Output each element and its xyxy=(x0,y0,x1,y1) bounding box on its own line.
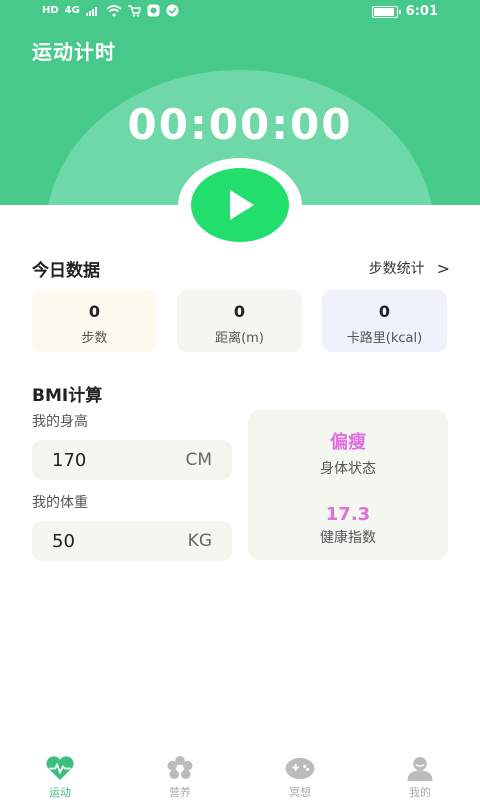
stat-value: 0 xyxy=(88,302,101,321)
bottom-tab-bar: 运动 营养 冥想 我的 xyxy=(0,748,480,800)
tab-label: 运动 xyxy=(49,786,71,799)
gamepad-icon xyxy=(285,757,315,780)
height-label: 我的身高 xyxy=(32,414,88,430)
weight-unit: KG xyxy=(187,531,212,551)
app-notification-2-icon xyxy=(166,4,179,17)
height-value: 170 xyxy=(52,449,87,471)
person-icon xyxy=(407,756,433,781)
tab-meditation[interactable]: 冥想 xyxy=(240,748,360,800)
step-stats-link[interactable]: 步数统计 > xyxy=(369,258,450,278)
battery-fill xyxy=(373,7,395,16)
status-bar: HD 4G 6:01 xyxy=(0,0,480,24)
status-right: 6:01 xyxy=(371,4,438,19)
heart-pulse-icon xyxy=(46,756,74,781)
tab-mine[interactable]: 我的 xyxy=(360,748,480,800)
stat-card-steps: 0 步数 xyxy=(32,290,157,352)
health-index-value: 17.3 xyxy=(325,504,371,525)
play-icon xyxy=(230,190,254,220)
bmi-result-card: 偏瘦 身体状态 17.3 健康指数 xyxy=(248,410,448,560)
hd-label: HD xyxy=(42,5,59,16)
tab-label: 我的 xyxy=(409,786,431,799)
cart-icon xyxy=(127,4,141,17)
today-data-title: 今日数据 xyxy=(32,261,100,281)
stat-card-calories: 0 卡路里(kcal) xyxy=(322,290,447,352)
flower-icon xyxy=(167,756,193,780)
signal-icon xyxy=(85,6,97,16)
tab-label: 冥想 xyxy=(289,786,311,799)
tab-label: 营养 xyxy=(169,786,191,799)
weight-input[interactable]: 50 KG xyxy=(32,521,232,561)
battery-icon xyxy=(371,5,401,18)
wifi-icon xyxy=(106,4,122,16)
height-input[interactable]: 170 CM xyxy=(32,440,232,480)
height-unit: CM xyxy=(185,450,212,470)
status-time: 6:01 xyxy=(405,4,438,19)
stat-value: 0 xyxy=(378,302,391,321)
weight-label: 我的体重 xyxy=(32,495,88,511)
step-stats-label: 步数统计 xyxy=(368,261,425,277)
body-status-label: 身体状态 xyxy=(320,461,376,477)
tab-nutrition[interactable]: 营养 xyxy=(120,748,240,800)
page-title: 运动计时 xyxy=(32,40,116,64)
status-left: HD 4G xyxy=(42,4,179,17)
chevron-right-icon: > xyxy=(436,258,450,278)
stat-label: 距离(m) xyxy=(215,331,264,346)
stat-label: 卡路里(kcal) xyxy=(346,331,423,346)
app-notification-icon xyxy=(147,4,160,17)
play-button[interactable] xyxy=(191,168,289,242)
stat-label: 步数 xyxy=(81,331,108,346)
weight-value: 50 xyxy=(52,530,75,552)
network-label: 4G xyxy=(64,5,80,16)
timer-display: 00:00:00 xyxy=(127,100,353,149)
stat-card-distance: 0 距离(m) xyxy=(177,290,302,352)
tab-sport[interactable]: 运动 xyxy=(0,748,120,800)
body-status-value: 偏瘦 xyxy=(330,432,366,453)
stat-value: 0 xyxy=(233,302,246,321)
health-index-label: 健康指数 xyxy=(320,530,376,546)
bmi-title: BMI计算 xyxy=(32,386,103,406)
